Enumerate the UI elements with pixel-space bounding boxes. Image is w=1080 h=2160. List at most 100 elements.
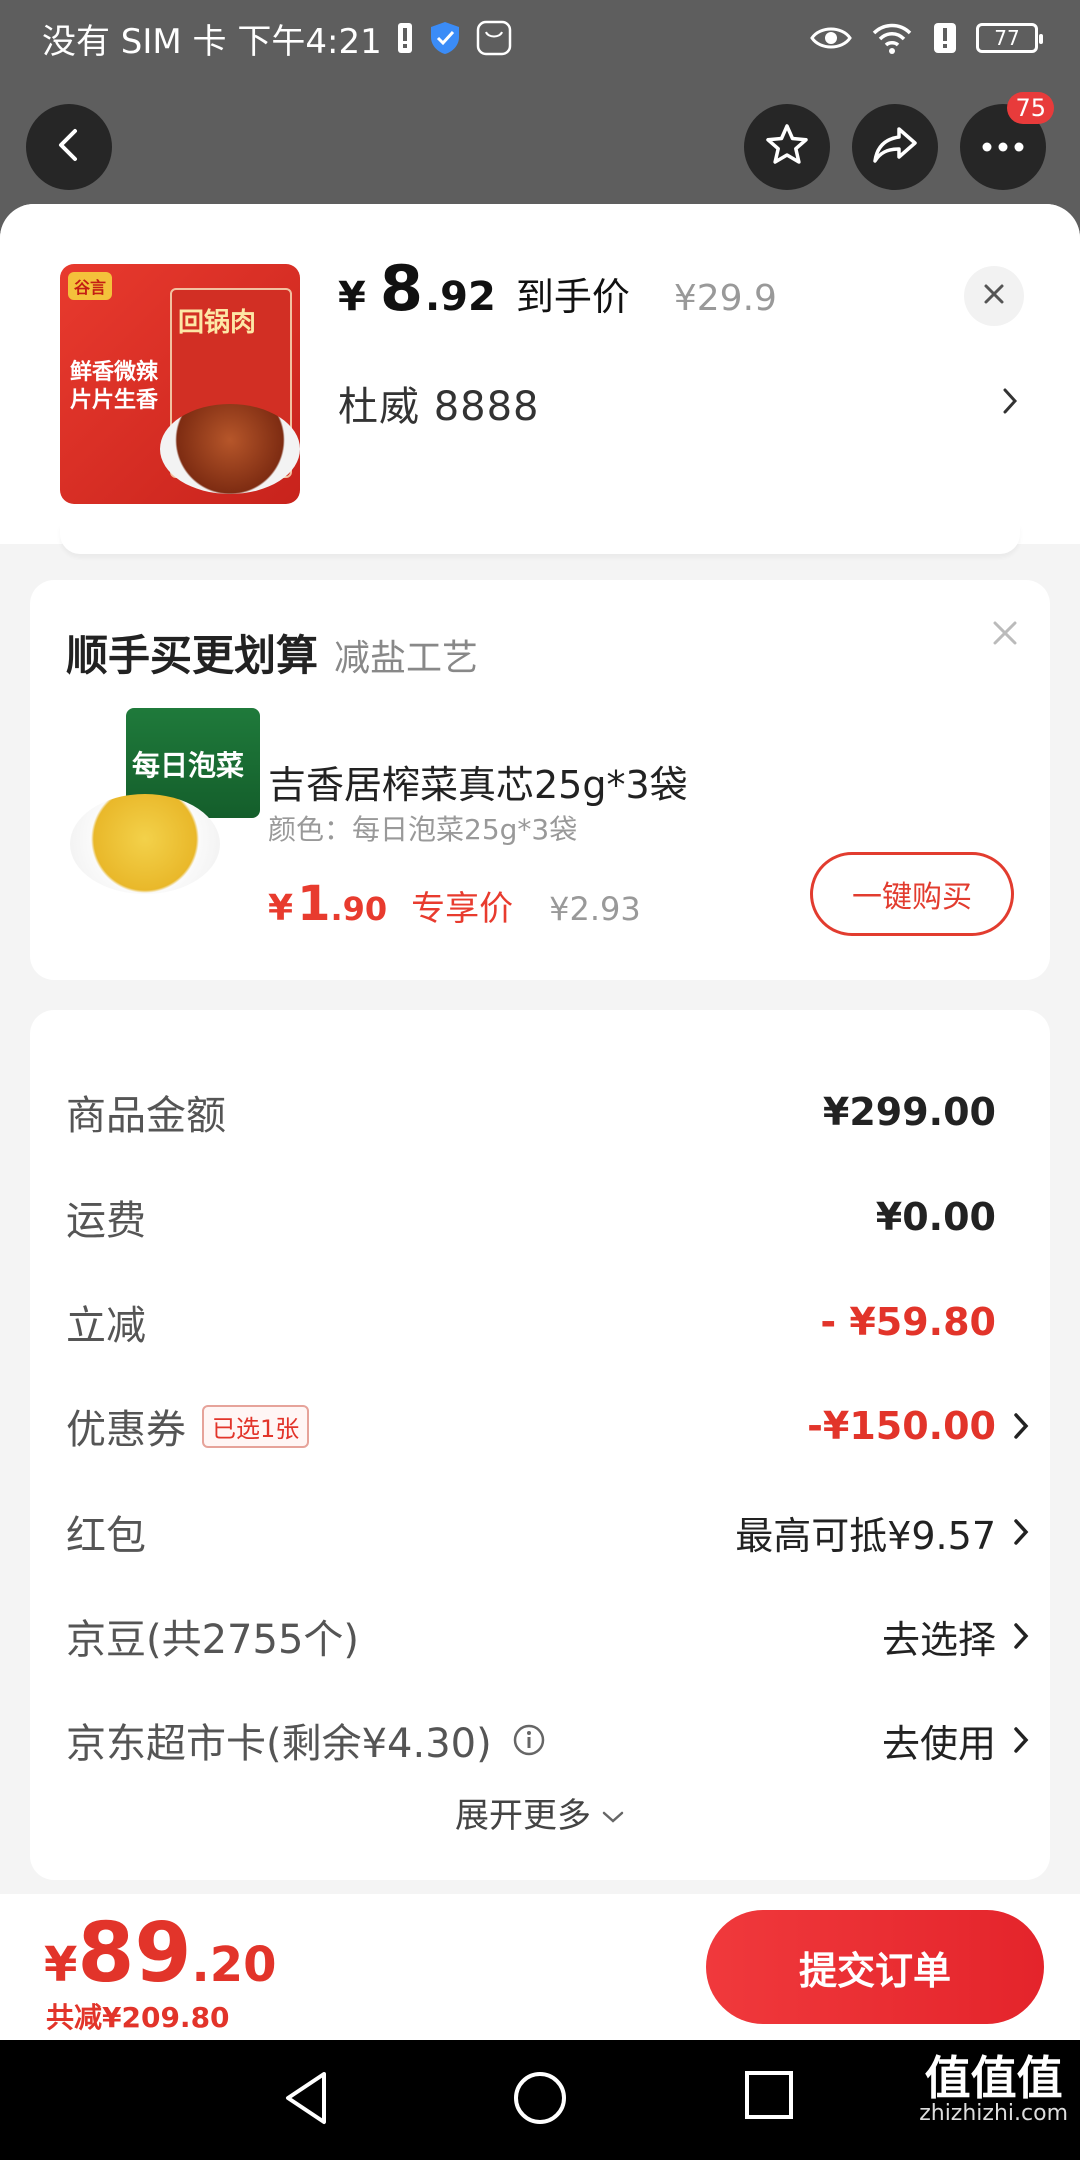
top-nav: 75 bbox=[0, 92, 1080, 196]
nav-recents-icon[interactable] bbox=[744, 2070, 794, 2124]
total-saved: 共减¥209.80 bbox=[46, 2001, 230, 2034]
chevron-right-icon bbox=[1006, 1622, 1036, 1650]
addon-plate bbox=[70, 794, 220, 894]
summary-row-supermarket-card[interactable]: 京东超市卡(剩余¥4.30) 去使用 bbox=[66, 1710, 1036, 1770]
summary-label: 红包 bbox=[66, 1513, 146, 1559]
addon-image[interactable]: 每日泡菜 bbox=[70, 708, 260, 898]
price-decimal: .92 bbox=[424, 274, 496, 320]
summary-value: 去选择 bbox=[881, 1617, 996, 1662]
status-bar: 没有 SIM 卡 下午4:21 77 bbox=[0, 0, 1080, 76]
chevron-right-icon bbox=[1002, 387, 1018, 419]
wifi-icon bbox=[870, 21, 914, 55]
addon-heading: 顺手买更划算 bbox=[66, 631, 319, 680]
summary-row-red-packet[interactable]: 红包 最高可抵¥9.57 bbox=[66, 1502, 1036, 1562]
slogan-line-1: 鲜香微辣 bbox=[70, 360, 159, 385]
addon-title: 顺手买更划算 减盐工艺 bbox=[66, 622, 478, 683]
summary-row-discount: 立减 - ¥59.80 bbox=[66, 1292, 1036, 1352]
close-icon bbox=[982, 282, 1006, 310]
close-icon[interactable] bbox=[992, 620, 1018, 650]
addon-original-price: ¥2.93 bbox=[549, 890, 641, 928]
star-icon bbox=[763, 121, 811, 173]
summary-value: ¥299.00 bbox=[822, 1090, 996, 1134]
message-count-badge: 75 bbox=[1007, 92, 1054, 124]
chevron-down-icon bbox=[601, 1793, 625, 1833]
original-price: ¥29.9 bbox=[673, 278, 777, 319]
chevron-right-icon bbox=[1006, 1412, 1036, 1440]
addon-card: 顺手买更划算 减盐工艺 每日泡菜 吉香居榨菜真芯25g*3袋 颜色：每日泡菜25… bbox=[30, 580, 1050, 980]
submit-order-button[interactable]: 提交订单 bbox=[706, 1910, 1044, 2024]
summary-row-jingdou[interactable]: 京豆(共2755个) 去选择 bbox=[66, 1606, 1036, 1666]
addon-image-text: 每日泡菜 bbox=[132, 749, 245, 782]
one-click-buy-button[interactable]: 一键购买 bbox=[810, 852, 1014, 936]
watermark: 值值值 zhizhizhi.com bbox=[919, 2054, 1068, 2126]
more-button[interactable]: 75 bbox=[960, 92, 1054, 190]
slogan-line-2: 片片生香 bbox=[70, 388, 159, 413]
watermark-line-2: zhizhizhi.com bbox=[919, 2101, 1068, 2126]
summary-value: 去使用 bbox=[881, 1721, 996, 1766]
chevron-right-icon bbox=[1006, 1726, 1036, 1754]
total-symbol: ¥ bbox=[44, 1937, 78, 1993]
addon-spec: 颜色：每日泡菜25g*3袋 bbox=[268, 813, 578, 846]
addon-price-label: 专享价 bbox=[411, 889, 514, 929]
total-integer: 89 bbox=[77, 1906, 192, 2001]
summary-value: ¥0.00 bbox=[875, 1195, 996, 1239]
summary-label: 京豆(共2755个) bbox=[66, 1617, 360, 1663]
summary-row-shipping: 运费 ¥0.00 bbox=[66, 1187, 1036, 1247]
share-icon bbox=[871, 123, 919, 171]
product-image[interactable]: 谷言 回锅肉 鲜香微辣 片片生香 bbox=[60, 264, 300, 504]
summary-value: -¥150.00 bbox=[807, 1404, 996, 1448]
coupon-selected-badge: 已选1张 bbox=[202, 1404, 310, 1448]
price-label: 到手价 bbox=[515, 275, 630, 319]
battery-indicator: 77 bbox=[976, 23, 1043, 53]
product-bowl bbox=[160, 404, 300, 494]
huawei-app-icon bbox=[476, 20, 512, 56]
summary-label: 优惠券 bbox=[66, 1407, 186, 1453]
back-icon bbox=[49, 125, 89, 169]
watermark-line-1: 值值值 bbox=[924, 2051, 1063, 2105]
summary-label: 京东超市卡(剩余¥4.30) bbox=[66, 1721, 492, 1767]
product-header: 谷言 回锅肉 鲜香微辣 片片生香 ¥ 8 .92 到手价 ¥29.9 杜威 88… bbox=[0, 204, 1080, 544]
status-carrier-time: 没有 SIM 卡 下午4:21 bbox=[42, 21, 382, 62]
eye-icon bbox=[810, 24, 852, 52]
summary-value: - ¥59.80 bbox=[820, 1300, 996, 1344]
product-image-title: 回锅肉 bbox=[178, 308, 257, 338]
addon-name: 吉香居榨菜真芯25g*3袋 bbox=[268, 763, 688, 807]
summary-label: 运费 bbox=[66, 1198, 146, 1244]
order-sheet: 谷言 回锅肉 鲜香微辣 片片生香 ¥ 8 .92 到手价 ¥29.9 杜威 88… bbox=[0, 204, 1080, 2036]
total-price: ¥ 89 .20 bbox=[44, 1906, 277, 2001]
product-image-brand: 谷言 bbox=[68, 272, 113, 300]
share-button[interactable] bbox=[852, 104, 938, 190]
shield-icon bbox=[428, 20, 462, 56]
variant-text: 杜威 8888 bbox=[338, 384, 540, 430]
expand-more-button[interactable]: 展开更多 bbox=[30, 1788, 1050, 1837]
warning-icon bbox=[932, 21, 958, 55]
product-price: ¥ 8 .92 到手价 ¥29.9 bbox=[338, 252, 777, 325]
addon-price-integer: 1 bbox=[297, 876, 331, 932]
price-symbol: ¥ bbox=[338, 274, 366, 320]
more-icon bbox=[981, 138, 1025, 157]
expand-more-label: 展开更多 bbox=[455, 1796, 591, 1836]
close-button[interactable] bbox=[964, 266, 1024, 326]
alert-icon bbox=[396, 21, 414, 55]
nav-back-icon[interactable] bbox=[282, 2070, 330, 2130]
back-button[interactable] bbox=[26, 104, 112, 190]
summary-label: 立减 bbox=[66, 1303, 146, 1349]
variant-selector[interactable]: 杜威 8888 bbox=[338, 374, 1018, 432]
chevron-right-icon bbox=[1006, 1518, 1036, 1546]
product-image-slogan: 鲜香微辣 片片生香 bbox=[70, 359, 158, 415]
summary-row-coupon[interactable]: 优惠券 已选1张 -¥150.00 bbox=[66, 1396, 1036, 1456]
info-icon[interactable] bbox=[512, 1723, 546, 1757]
total-decimal: .20 bbox=[191, 1937, 277, 1993]
checkout-bar: ¥ 89 .20 共减¥209.80 提交订单 bbox=[0, 1894, 1080, 2040]
order-summary-card: 商品金额 ¥299.00 运费 ¥0.00 立减 - ¥59.80 优惠券 已选… bbox=[30, 1010, 1050, 1880]
system-nav-bar bbox=[0, 2040, 1080, 2160]
addon-subheading: 减盐工艺 bbox=[334, 638, 479, 679]
summary-label: 商品金额 bbox=[66, 1093, 226, 1139]
summary-row-goods-amount: 商品金额 ¥299.00 bbox=[66, 1082, 1036, 1142]
nav-home-icon[interactable] bbox=[512, 2070, 568, 2130]
favorite-button[interactable] bbox=[744, 104, 830, 190]
card-edge bbox=[60, 524, 1020, 554]
price-integer: 8 bbox=[379, 252, 423, 325]
addon-price-symbol: ¥ bbox=[268, 888, 294, 929]
addon-price: ¥ 1 .90 专享价 ¥2.93 bbox=[268, 876, 641, 932]
